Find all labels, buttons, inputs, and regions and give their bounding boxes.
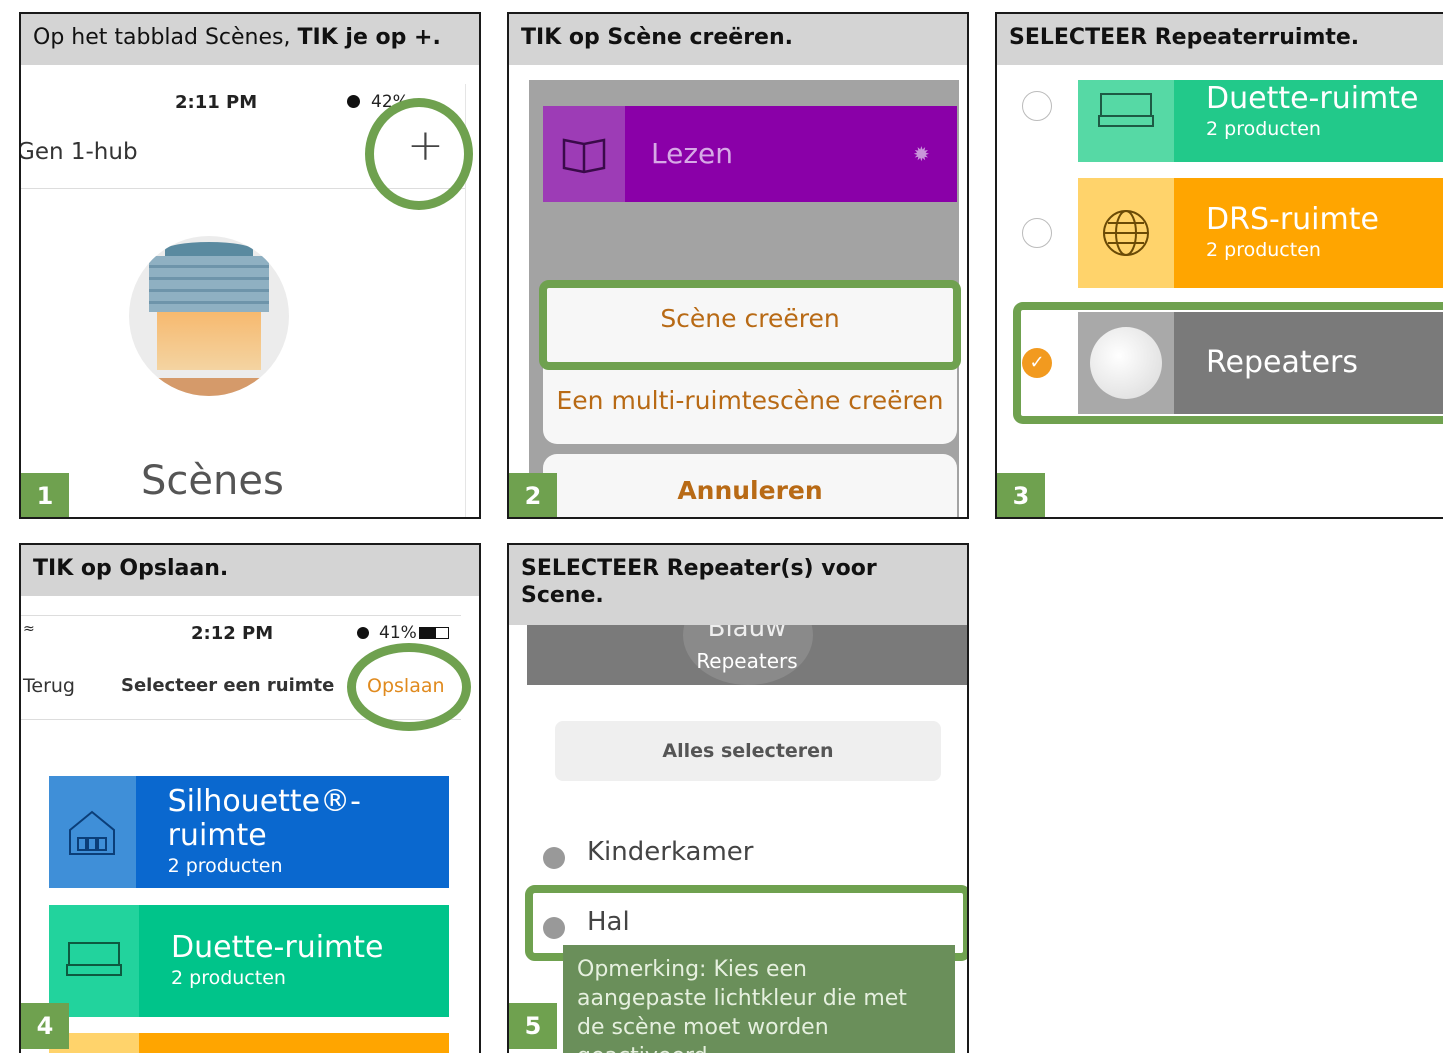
room-name: Repeaters — [696, 649, 798, 673]
step-caption: SELECTEER Repeaterruimte. — [997, 14, 1443, 65]
room-product-count: 2 producten — [167, 855, 283, 877]
alarm-icon — [357, 627, 369, 639]
step-number: 2 — [509, 473, 557, 517]
caption-bold: TIK op Opslaan. — [33, 556, 229, 581]
room-product-count: 2 producten — [1206, 239, 1321, 261]
step-panel-4: TIK op Opslaan. ≈ 2:12 PM 41% Terug Sele… — [19, 543, 481, 1053]
back-button[interactable]: Terug — [23, 675, 75, 697]
step-panel-2: TIK op Scène creëren. Lezen ✹ Scène creë… — [507, 12, 969, 519]
create-multi-room-scene-button[interactable]: Een multi-ruimtescène creëren — [543, 386, 957, 415]
note-box: Opmerking: Kies een aangepaste lichtkleu… — [563, 945, 955, 1053]
step-panel-5: SELECTEER Repeater(s) voor Scene. Blauw … — [507, 543, 969, 1053]
room-card-duette[interactable]: Duette-ruimte 2 producten — [1078, 80, 1443, 162]
battery-icon — [419, 627, 449, 639]
floor — [129, 378, 289, 396]
scene-card: Lezen ✹ — [543, 106, 957, 202]
step-number: 5 — [509, 1003, 557, 1049]
room-card-drs[interactable]: DRS-ruimte 2 producten — [1078, 178, 1443, 288]
highlight-save — [347, 643, 471, 731]
scene-name: Lezen — [651, 137, 734, 170]
step-panel-3: SELECTEER Repeaterruimte. Duette-ruimte … — [995, 12, 1443, 519]
cancel-button[interactable]: Annuleren — [543, 476, 957, 505]
bed-icon — [1078, 80, 1174, 162]
window — [157, 312, 261, 370]
step-caption: TIK op Scène creëren. — [509, 14, 967, 65]
room-text: Silhouette®-ruimte 2 producten — [136, 776, 449, 888]
room-radio[interactable] — [1022, 218, 1052, 248]
step-number: 4 — [21, 1003, 69, 1049]
top-divider — [21, 615, 461, 616]
highlight-create-scene — [539, 280, 961, 370]
scenes-illustration — [129, 236, 289, 396]
status-time: 2:11 PM — [175, 92, 258, 113]
highlight-repeaters — [1013, 302, 1443, 424]
step-caption: Op het tabblad Scènes, TIK je op +. — [21, 14, 479, 65]
room-text: DRS-ruimte 2 producten — [1174, 178, 1379, 288]
caption-bold: TIK je op +. — [297, 25, 441, 50]
shade-body — [149, 256, 269, 312]
room-card-partial[interactable] — [49, 1033, 449, 1053]
bed-icon — [49, 905, 139, 1017]
room-name: Duette-ruimte — [171, 930, 384, 965]
nav-title: Selecteer een ruimte — [121, 675, 335, 696]
scenes-title: Scènes — [141, 458, 284, 504]
status-battery: 41% — [379, 623, 417, 643]
status-time: 2:12 PM — [191, 623, 274, 644]
room-text: Duette-ruimte 2 producten — [139, 905, 384, 1017]
book-icon — [543, 106, 625, 202]
list-item-bullet — [543, 847, 565, 869]
room-product-count: 2 producten — [171, 967, 286, 989]
room-radio[interactable] — [1022, 91, 1052, 121]
step-panel-1: Op het tabblad Scènes, TIK je op +. 2:11… — [19, 12, 481, 519]
highlight-plus — [365, 98, 473, 210]
room-name: DRS-ruimte — [1206, 202, 1379, 237]
step-number: 1 — [21, 473, 69, 517]
room-name: Duette-ruimte — [1206, 81, 1419, 116]
caption-bold: SELECTEER Repeaterruimte. — [1009, 25, 1360, 50]
room-header: Blauw Repeaters — [527, 625, 967, 685]
hub-label: Gen 1-hub — [19, 139, 138, 165]
room-card-silhouette[interactable]: Silhouette®-ruimte 2 producten — [49, 776, 449, 888]
caption-bold: TIK op Scène creëren. — [521, 25, 793, 50]
color-name: Blauw — [707, 625, 787, 643]
select-all-button[interactable]: Alles selecteren — [555, 721, 941, 781]
caption-text: Op het tabblad Scènes, — [33, 25, 291, 50]
house-icon — [49, 776, 136, 888]
wifi-icon: ≈ — [23, 621, 35, 637]
caption-bold-line1: SELECTEER Repeater(s) voor — [521, 556, 877, 581]
list-item-kinderkamer[interactable]: Kinderkamer — [587, 837, 754, 867]
room-card-duette[interactable]: Duette-ruimte 2 producten — [49, 905, 449, 1017]
room-name: Silhouette®-ruimte — [167, 784, 361, 853]
room-product-count: 2 producten — [1206, 118, 1321, 140]
step-number: 3 — [997, 473, 1045, 517]
cancel-sheet: Annuleren — [543, 454, 957, 517]
globe-icon — [1078, 178, 1174, 288]
room-text: Duette-ruimte 2 producten — [1174, 80, 1419, 162]
alarm-icon — [347, 95, 360, 108]
step-caption: SELECTEER Repeater(s) voor Scene. — [509, 545, 967, 625]
caption-bold-line2: Scene. — [521, 583, 604, 608]
gear-icon[interactable]: ✹ — [913, 106, 957, 202]
step-caption: TIK op Opslaan. — [21, 545, 479, 596]
